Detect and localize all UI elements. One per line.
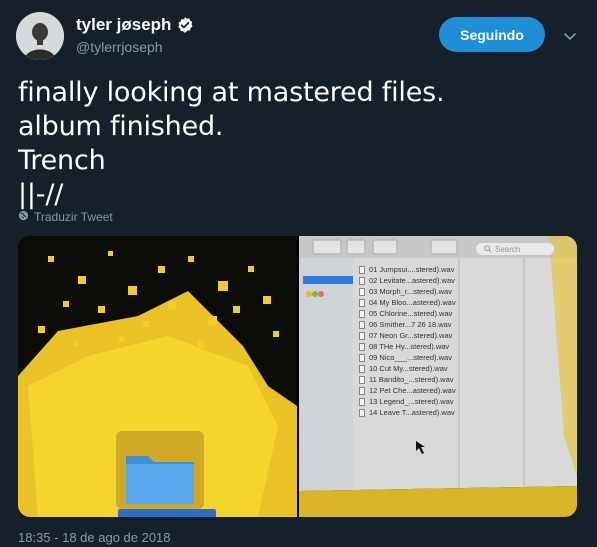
- list-item[interactable]: 06 Smither...7 26 18.wav: [359, 319, 452, 330]
- tweet-media[interactable]: Search 01 Jumpsui....stered).wav 02 Levi…: [18, 236, 577, 517]
- list-item[interactable]: 02 Levitate...astered).wav: [359, 275, 455, 286]
- file-name: 06 Smither...7 26 18.wav: [369, 320, 452, 329]
- verified-badge-icon: [176, 16, 194, 34]
- list-item[interactable]: 01 Jumpsui....stered).wav: [359, 264, 454, 275]
- tweet-line: finally looking at mastered files.: [18, 77, 445, 108]
- audio-file-icon: [359, 386, 365, 395]
- audio-file-icon: [359, 353, 365, 362]
- tweet-header: tyler jøseph @tylerrjoseph Seguindo: [16, 12, 581, 60]
- audio-file-icon: [359, 298, 365, 307]
- file-name: 05 Chlorine...stered).wav: [369, 309, 453, 318]
- avatar-image: [16, 12, 64, 60]
- list-item[interactable]: 05 Chlorine...stered).wav: [359, 308, 452, 319]
- globe-icon: [18, 210, 29, 224]
- list-item[interactable]: 08 THe Hy...stered).wav: [359, 341, 449, 352]
- audio-file-icon: [359, 397, 365, 406]
- file-name: 14 Leave T...astered).wav: [369, 408, 455, 417]
- search-placeholder: Search: [495, 244, 521, 254]
- file-name: 08 THe Hy...stered).wav: [369, 342, 450, 351]
- audio-file-icon: [359, 364, 365, 373]
- audio-file-icon: [359, 276, 365, 285]
- file-name: 10 Cut My...stered).wav: [369, 364, 448, 373]
- tweet-line: album finished.: [18, 111, 224, 142]
- photo-folder-icon-closeup[interactable]: [18, 236, 297, 517]
- file-name: 12 Pet Che...astered).wav: [369, 386, 456, 395]
- list-item[interactable]: 12 Pet Che...astered).wav: [359, 385, 456, 396]
- list-item[interactable]: 09 Nico___...stered).wav: [359, 352, 452, 363]
- list-item[interactable]: 13 Legend_...stered).wav: [359, 396, 454, 407]
- list-item[interactable]: 11 Bandito_...stered).wav: [359, 374, 454, 385]
- tweet-timestamp[interactable]: 18:35 - 18 de ago de 2018: [18, 530, 171, 545]
- display-name[interactable]: tyler jøseph: [76, 15, 171, 35]
- user-names: tyler jøseph @tylerrjoseph: [76, 15, 194, 55]
- avatar[interactable]: [16, 12, 64, 60]
- file-name: 11 Bandito_...stered).wav: [369, 375, 454, 384]
- file-name: 02 Levitate...astered).wav: [369, 276, 455, 285]
- chevron-down-icon[interactable]: [560, 26, 580, 46]
- file-name: 03 Morph_r...stered).wav: [369, 287, 452, 296]
- list-item[interactable]: 04 My Bloo...astered).wav: [359, 297, 456, 308]
- file-name: 09 Nico___...stered).wav: [369, 353, 452, 362]
- audio-file-icon: [359, 375, 365, 384]
- file-name: 07 Neon Gr...stered).wav: [369, 331, 453, 340]
- search-input[interactable]: Search: [475, 242, 555, 256]
- following-button[interactable]: Seguindo: [439, 17, 545, 52]
- list-item[interactable]: 07 Neon Gr...stered).wav: [359, 330, 452, 341]
- audio-file-icon: [359, 320, 365, 329]
- translate-tweet-link[interactable]: Traduzir Tweet: [18, 210, 113, 224]
- tweet-line: Trench: [18, 145, 106, 176]
- finder-window: Search 01 Jumpsui....stered).wav 02 Levi…: [299, 236, 577, 517]
- list-item[interactable]: 14 Leave T...astered).wav: [359, 407, 455, 418]
- user-handle[interactable]: @tylerrjoseph: [76, 39, 194, 55]
- display-name-row[interactable]: tyler jøseph: [76, 15, 194, 35]
- tweet-text: finally looking at mastered files. album…: [18, 76, 445, 212]
- photo-finder-window[interactable]: Search 01 Jumpsui....stered).wav 02 Levi…: [299, 236, 577, 517]
- list-item[interactable]: 03 Morph_r...stered).wav: [359, 286, 452, 297]
- tweet-line: ||-//: [18, 179, 64, 210]
- file-name: 13 Legend_...stered).wav: [369, 397, 454, 406]
- translate-label[interactable]: Traduzir Tweet: [34, 210, 113, 224]
- audio-file-icon: [359, 287, 365, 296]
- audio-file-icon: [359, 342, 365, 351]
- audio-file-icon: [359, 309, 365, 318]
- search-icon: [484, 245, 492, 253]
- audio-file-icon: [359, 331, 365, 340]
- audio-file-icon: [359, 265, 365, 274]
- list-item[interactable]: 10 Cut My...stered).wav: [359, 363, 448, 374]
- file-name: 04 My Bloo...astered).wav: [369, 298, 456, 307]
- audio-file-icon: [359, 408, 365, 417]
- file-name: 01 Jumpsui....stered).wav: [369, 265, 455, 274]
